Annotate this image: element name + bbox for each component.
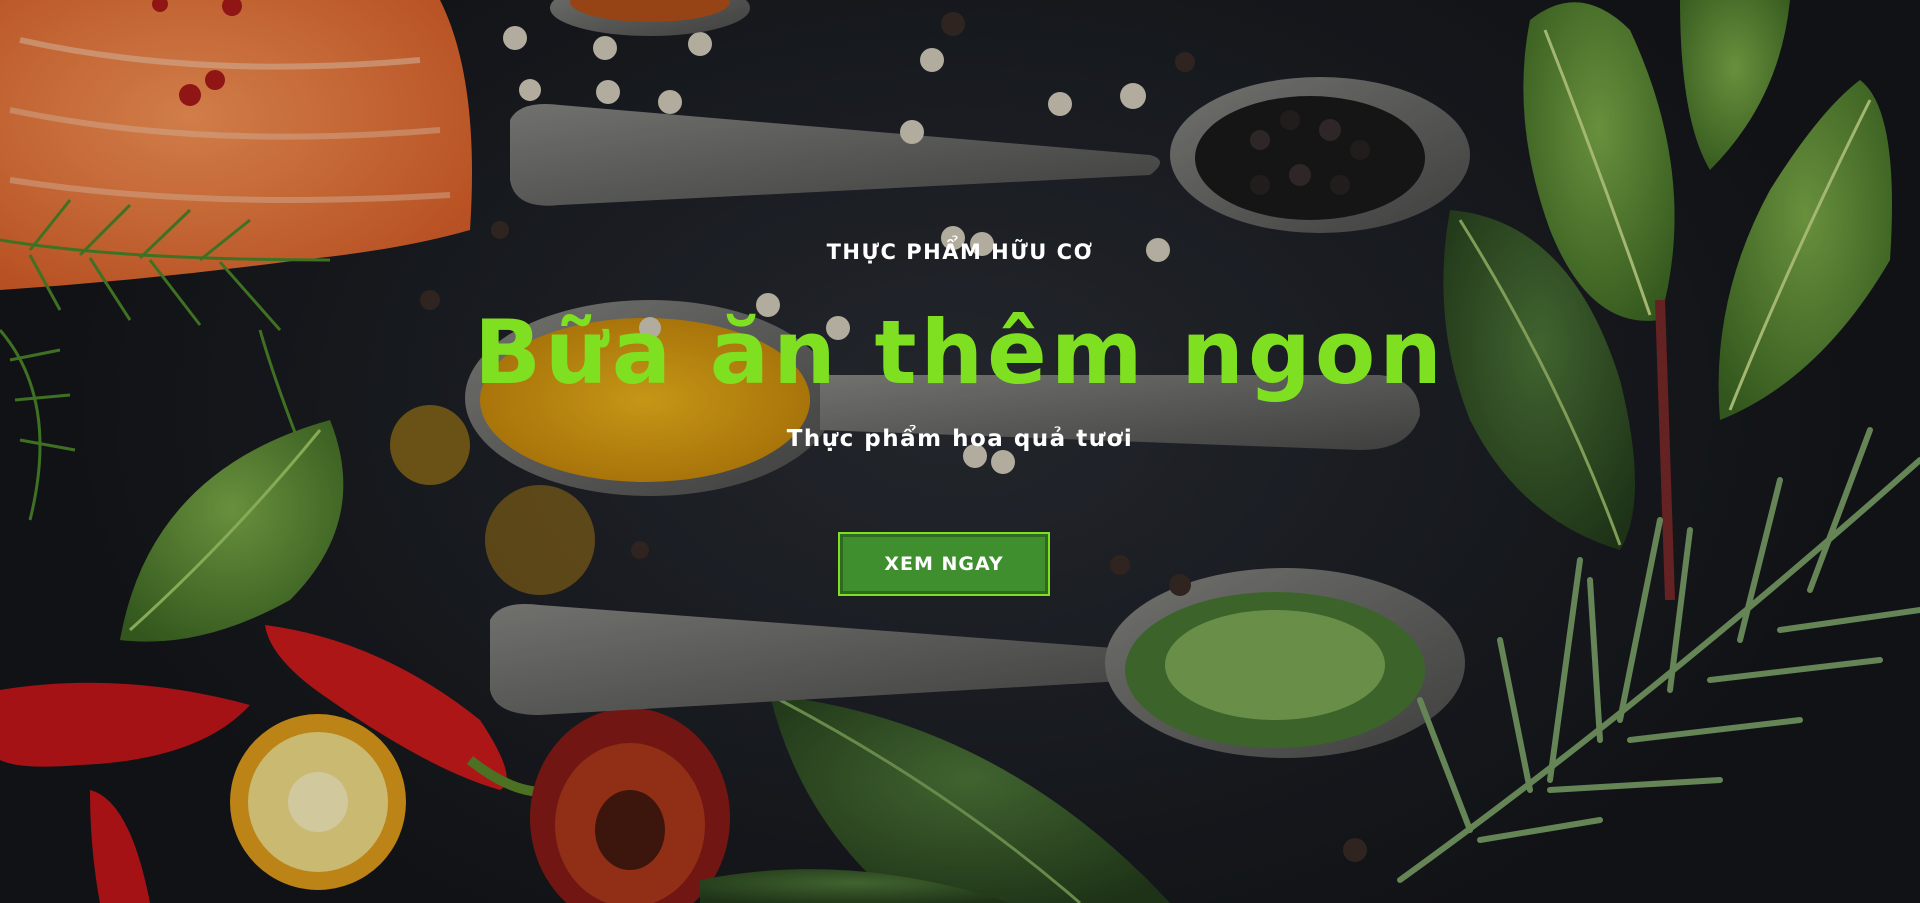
view-now-button[interactable]: XEM NGAY bbox=[838, 532, 1050, 596]
hero-eyebrow: THỰC PHẨM HỮU CƠ bbox=[826, 240, 1094, 264]
hero-headline: Bữa ăn thêm ngon bbox=[474, 301, 1446, 404]
hero-banner: THỰC PHẨM HỮU CƠ Bữa ăn thêm ngon Thực p… bbox=[0, 0, 1920, 903]
hero-content: THỰC PHẨM HỮU CƠ Bữa ăn thêm ngon Thực p… bbox=[0, 0, 1920, 903]
hero-subline: Thực phẩm hoa quả tươi bbox=[786, 426, 1134, 452]
